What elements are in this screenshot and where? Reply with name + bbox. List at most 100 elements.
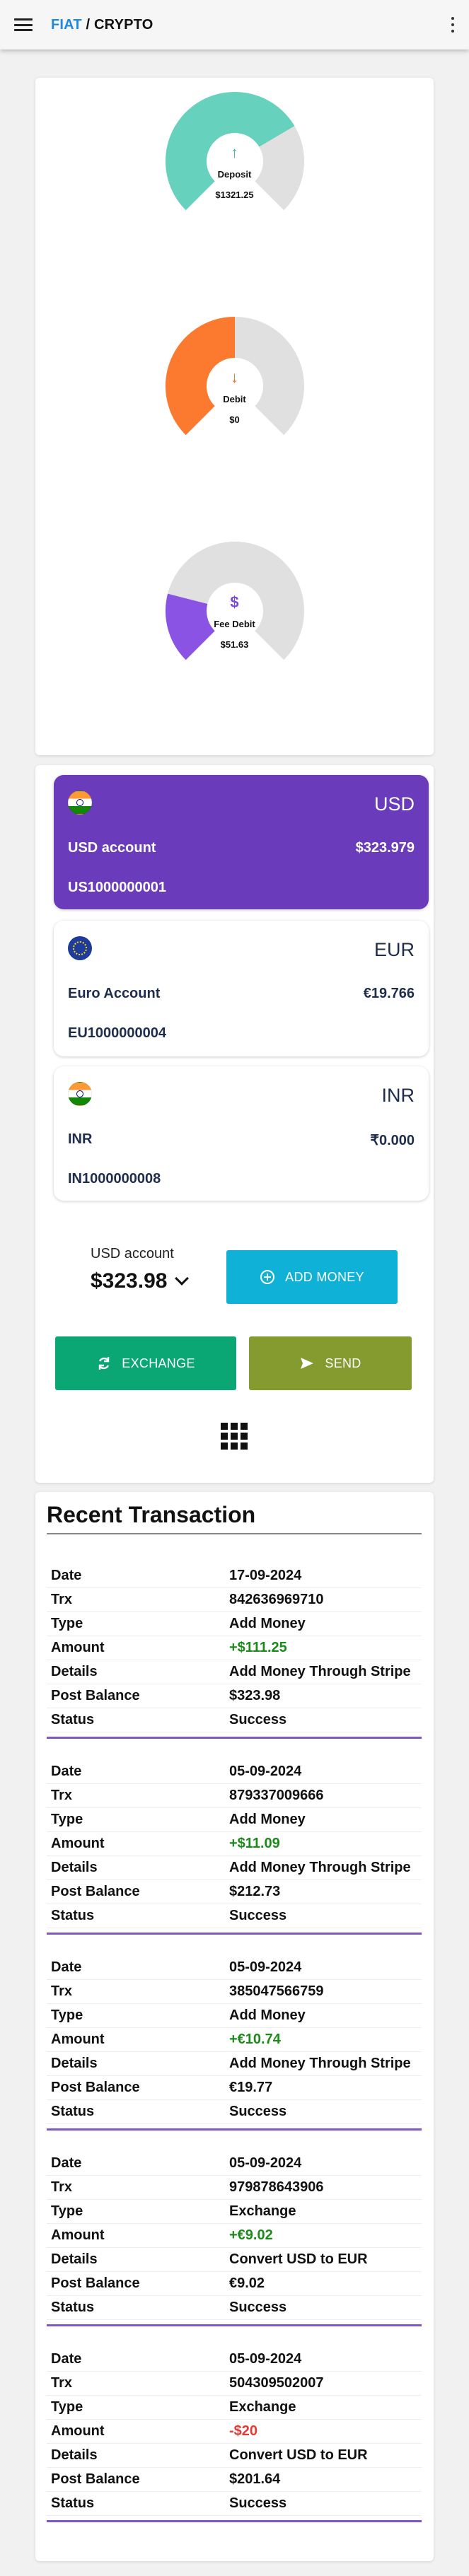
eu-flag-icon xyxy=(68,936,92,960)
transaction-row-date: Date 17-09-2024 xyxy=(47,1564,422,1588)
account-name: Euro Account xyxy=(68,986,161,1001)
account-currency: EUR xyxy=(374,939,415,960)
title-divider xyxy=(47,1533,422,1534)
transaction-row-type: Type Add Money xyxy=(47,2004,422,2028)
transaction-row-post-balance: Post Balance $212.73 xyxy=(47,1880,422,1904)
transaction-row-status: Status Success xyxy=(47,2492,422,2516)
transaction-divider xyxy=(47,1933,422,1935)
send-button[interactable]: SEND xyxy=(249,1336,412,1390)
recent-transactions-card: Recent Transaction Date 17-09-2024 Trx 8426… xyxy=(35,1492,434,2561)
india-flag-icon xyxy=(68,791,92,815)
field-label: Type xyxy=(51,1812,83,1827)
field-value: Add Money xyxy=(229,1812,306,1827)
field-value: 05-09-2024 xyxy=(229,1764,302,1779)
account-card-eur[interactable]: EUR Euro Account €19.766 EU1000000004 xyxy=(54,921,429,1056)
field-label: Type xyxy=(51,2399,83,2415)
transaction-row-type: Type Add Money xyxy=(47,1612,422,1636)
field-value: +$111.25 xyxy=(229,1640,287,1655)
field-label: Details xyxy=(51,2056,98,2071)
field-value: 979878643906 xyxy=(229,2179,324,2195)
field-label: Status xyxy=(51,1908,95,1923)
summary-gauges-card: ↑ Deposit $1321.25 ↓ Debit $0 $ Fee Debi… xyxy=(35,78,434,755)
transaction-row-trx: Trx 979878643906 xyxy=(47,2176,422,2200)
transaction-row-trx: Trx 842636969710 xyxy=(47,1588,422,1612)
transaction-item: Date 05-09-2024 Trx 504309502007 Type Exchang… xyxy=(47,2348,422,2522)
account-card-usd[interactable]: USD USD account $323.979 US1000000001 xyxy=(54,775,429,909)
field-label: Type xyxy=(51,2007,83,2023)
field-label: Post Balance xyxy=(51,2080,140,2095)
gauge-value: $0 xyxy=(229,414,240,425)
india-flag-icon xyxy=(68,1082,92,1106)
field-value: Add Money Through Stripe xyxy=(229,1664,411,1679)
account-balance: $323.979 xyxy=(355,840,415,856)
exchange-button[interactable]: EXCHANGE xyxy=(55,1336,236,1390)
field-value: -$20 xyxy=(229,2423,258,2439)
field-value: Exchange xyxy=(229,2203,296,2219)
send-label: SEND xyxy=(325,1356,361,1370)
transaction-row-type: Type Add Money xyxy=(47,1808,422,1832)
transaction-row-amount: Amount +$111.25 xyxy=(47,1636,422,1660)
transaction-row-trx: Trx 879337009666 xyxy=(47,1784,422,1808)
field-value: 385047566759 xyxy=(229,1983,324,1999)
field-value: €9.02 xyxy=(229,2275,265,2291)
transaction-row-post-balance: Post Balance €19.77 xyxy=(47,2076,422,2100)
field-value: Convert USD to EUR xyxy=(229,2447,368,2463)
transaction-row-details: Details Add Money Through Stripe xyxy=(47,1660,422,1684)
field-label: Post Balance xyxy=(51,1688,140,1703)
field-label: Trx xyxy=(51,1788,73,1803)
field-value: Exchange xyxy=(229,2399,296,2415)
field-label: Trx xyxy=(51,1592,73,1607)
transaction-row-type: Type Exchange xyxy=(47,2200,422,2224)
transaction-row-status: Status Success xyxy=(47,2100,422,2124)
add-money-button[interactable]: ADD MONEY xyxy=(226,1250,398,1304)
field-value: 17-09-2024 xyxy=(229,1568,302,1583)
account-selector[interactable]: $323.98 xyxy=(91,1269,190,1293)
field-label: Status xyxy=(51,2300,95,2315)
transaction-row-amount: Amount +€10.74 xyxy=(47,2028,422,2052)
account-card-inr[interactable]: INR INR ₹0.000 IN1000000008 xyxy=(54,1066,429,1201)
more-options-icon[interactable] xyxy=(451,17,455,33)
field-label: Details xyxy=(51,2251,98,2267)
section-title: Recent Transaction xyxy=(47,1502,256,1527)
field-value: €19.77 xyxy=(229,2080,273,2095)
field-label: Type xyxy=(51,2203,83,2219)
account-number: US1000000001 xyxy=(68,880,167,895)
field-value: $201.64 xyxy=(229,2471,281,2487)
menu-icon[interactable] xyxy=(14,18,33,31)
field-label: Amount xyxy=(51,2227,105,2243)
field-value: 05-09-2024 xyxy=(229,1959,302,1975)
field-label: Date xyxy=(51,2351,82,2367)
app-bar: FIAT / CRYPTO xyxy=(0,0,469,49)
transaction-row-details: Details Convert USD to EUR xyxy=(47,2248,422,2272)
field-label: Amount xyxy=(51,2423,105,2439)
transaction-row-status: Status Success xyxy=(47,2296,422,2320)
field-value: 05-09-2024 xyxy=(229,2155,302,2171)
field-value: 879337009666 xyxy=(229,1788,324,1803)
field-label: Details xyxy=(51,1664,98,1679)
brand-separator: / xyxy=(81,16,95,33)
field-value: Success xyxy=(229,2495,287,2511)
transaction-row-post-balance: Post Balance €9.02 xyxy=(47,2272,422,2296)
field-label: Amount xyxy=(51,1836,105,1851)
field-value: +€9.02 xyxy=(229,2227,273,2243)
account-balance: €19.766 xyxy=(363,986,415,1001)
refresh-icon xyxy=(99,1357,110,1370)
field-value: 504309502007 xyxy=(229,2375,324,2391)
field-label: Amount xyxy=(51,2032,105,2047)
field-label: Date xyxy=(51,1568,82,1583)
transaction-row-type: Type Exchange xyxy=(47,2396,422,2420)
field-value: Add Money xyxy=(229,2007,306,2023)
field-label: Status xyxy=(51,2495,95,2511)
field-value: 05-09-2024 xyxy=(229,2351,302,2367)
transaction-row-post-balance: Post Balance $323.98 xyxy=(47,1684,422,1708)
transaction-row-trx: Trx 504309502007 xyxy=(47,2372,422,2396)
brand-fiat: FIAT xyxy=(51,16,82,33)
debit-gauge: ↓ Debit $0 xyxy=(143,303,327,472)
field-label: Status xyxy=(51,2104,95,2119)
account-currency: INR xyxy=(381,1085,415,1106)
field-value: Success xyxy=(229,2300,287,2315)
apps-grid-icon[interactable] xyxy=(221,1423,248,1450)
field-value: +€10.74 xyxy=(229,2032,281,2047)
arrow-up-icon: ↑ xyxy=(231,144,238,161)
field-value: $323.98 xyxy=(229,1688,281,1703)
